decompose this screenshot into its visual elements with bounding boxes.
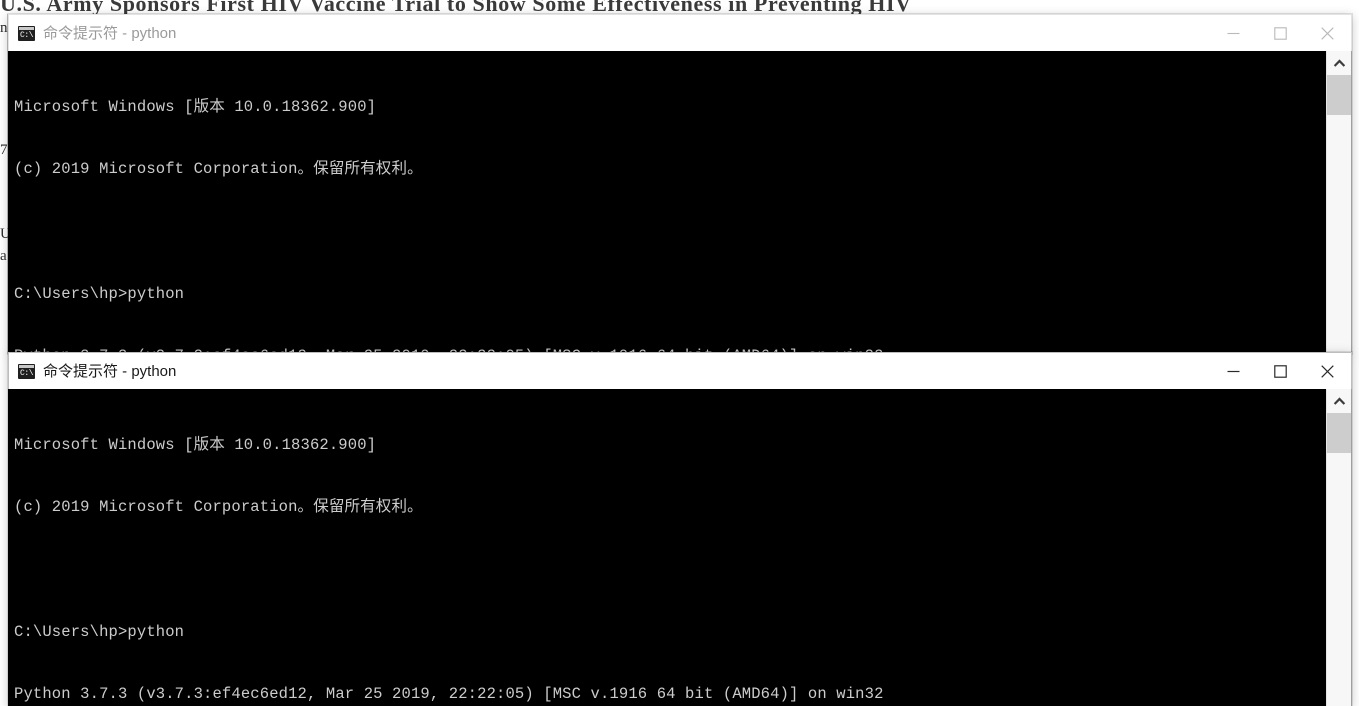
console-body-1[interactable]: Microsoft Windows [版本 10.0.18362.900] (c… bbox=[8, 51, 1352, 354]
background-fragment-1: 7 bbox=[0, 142, 8, 158]
cmd-window-1[interactable]: C:\ 命令提示符 - python Microsoft Windows [版本… bbox=[8, 14, 1352, 354]
cmd-console-icon: C:\ bbox=[18, 363, 35, 379]
console-line: C:\Users\hp>python bbox=[14, 284, 185, 303]
scrollbar-track-1[interactable] bbox=[1327, 115, 1352, 354]
scrollbar-thumb-1[interactable] bbox=[1327, 75, 1352, 115]
titlebar-2[interactable]: C:\ 命令提示符 - python bbox=[8, 352, 1352, 389]
scrollbar-1[interactable] bbox=[1326, 51, 1352, 354]
maximize-button-1[interactable] bbox=[1257, 15, 1304, 51]
window-controls-1 bbox=[1210, 15, 1351, 51]
titlebar-1-left: C:\ 命令提示符 - python bbox=[9, 25, 1210, 42]
titlebar-1[interactable]: C:\ 命令提示符 - python bbox=[8, 14, 1352, 51]
titlebar-2-left: C:\ 命令提示符 - python bbox=[9, 363, 1210, 380]
console-line: (c) 2019 Microsoft Corporation。保留所有权利。 bbox=[14, 159, 423, 178]
window-title-2: 命令提示符 - python bbox=[43, 362, 177, 380]
scrollbar-2[interactable] bbox=[1326, 389, 1352, 706]
screen: U.S. Army Sponsors First HIV Vaccine Tri… bbox=[0, 0, 1359, 706]
window-right-edge-1 bbox=[1351, 51, 1352, 354]
minimize-button-2[interactable] bbox=[1210, 353, 1257, 389]
console-line: Microsoft Windows [版本 10.0.18362.900] bbox=[14, 435, 377, 454]
cmd-window-2[interactable]: C:\ 命令提示符 - python Microsoft Windows [版本… bbox=[8, 352, 1352, 706]
console-line: Microsoft Windows [版本 10.0.18362.900] bbox=[14, 97, 377, 116]
cmd-console-icon: C:\ bbox=[18, 25, 35, 41]
close-button-1[interactable] bbox=[1304, 15, 1351, 51]
chevron-up-icon[interactable] bbox=[1327, 389, 1352, 413]
window-controls-2 bbox=[1210, 353, 1351, 389]
chevron-up-icon[interactable] bbox=[1327, 51, 1352, 75]
console-line: C:\Users\hp>python bbox=[14, 622, 185, 641]
console-body-2[interactable]: Microsoft Windows [版本 10.0.18362.900] (c… bbox=[8, 389, 1352, 706]
scrollbar-track-2[interactable] bbox=[1327, 453, 1352, 706]
maximize-button-2[interactable] bbox=[1257, 353, 1304, 389]
console-output-2: Microsoft Windows [版本 10.0.18362.900] (c… bbox=[14, 393, 1316, 706]
window-title-1: 命令提示符 - python bbox=[43, 24, 177, 42]
cmd-icon-prompt: C:\ bbox=[20, 368, 34, 378]
window-right-edge-2 bbox=[1351, 389, 1352, 706]
console-line: (c) 2019 Microsoft Corporation。保留所有权利。 bbox=[14, 497, 423, 516]
close-button-2[interactable] bbox=[1304, 353, 1351, 389]
console-line: Python 3.7.3 (v3.7.3:ef4ec6ed12, Mar 25 … bbox=[14, 685, 884, 704]
minimize-button-1[interactable] bbox=[1210, 15, 1257, 51]
background-fragment-3: a bbox=[0, 248, 7, 264]
cmd-icon-prompt: C:\ bbox=[20, 30, 34, 40]
background-fragment-0: n bbox=[0, 20, 8, 36]
console-output-1: Microsoft Windows [版本 10.0.18362.900] (c… bbox=[14, 55, 1316, 354]
scrollbar-thumb-2[interactable] bbox=[1327, 413, 1352, 453]
